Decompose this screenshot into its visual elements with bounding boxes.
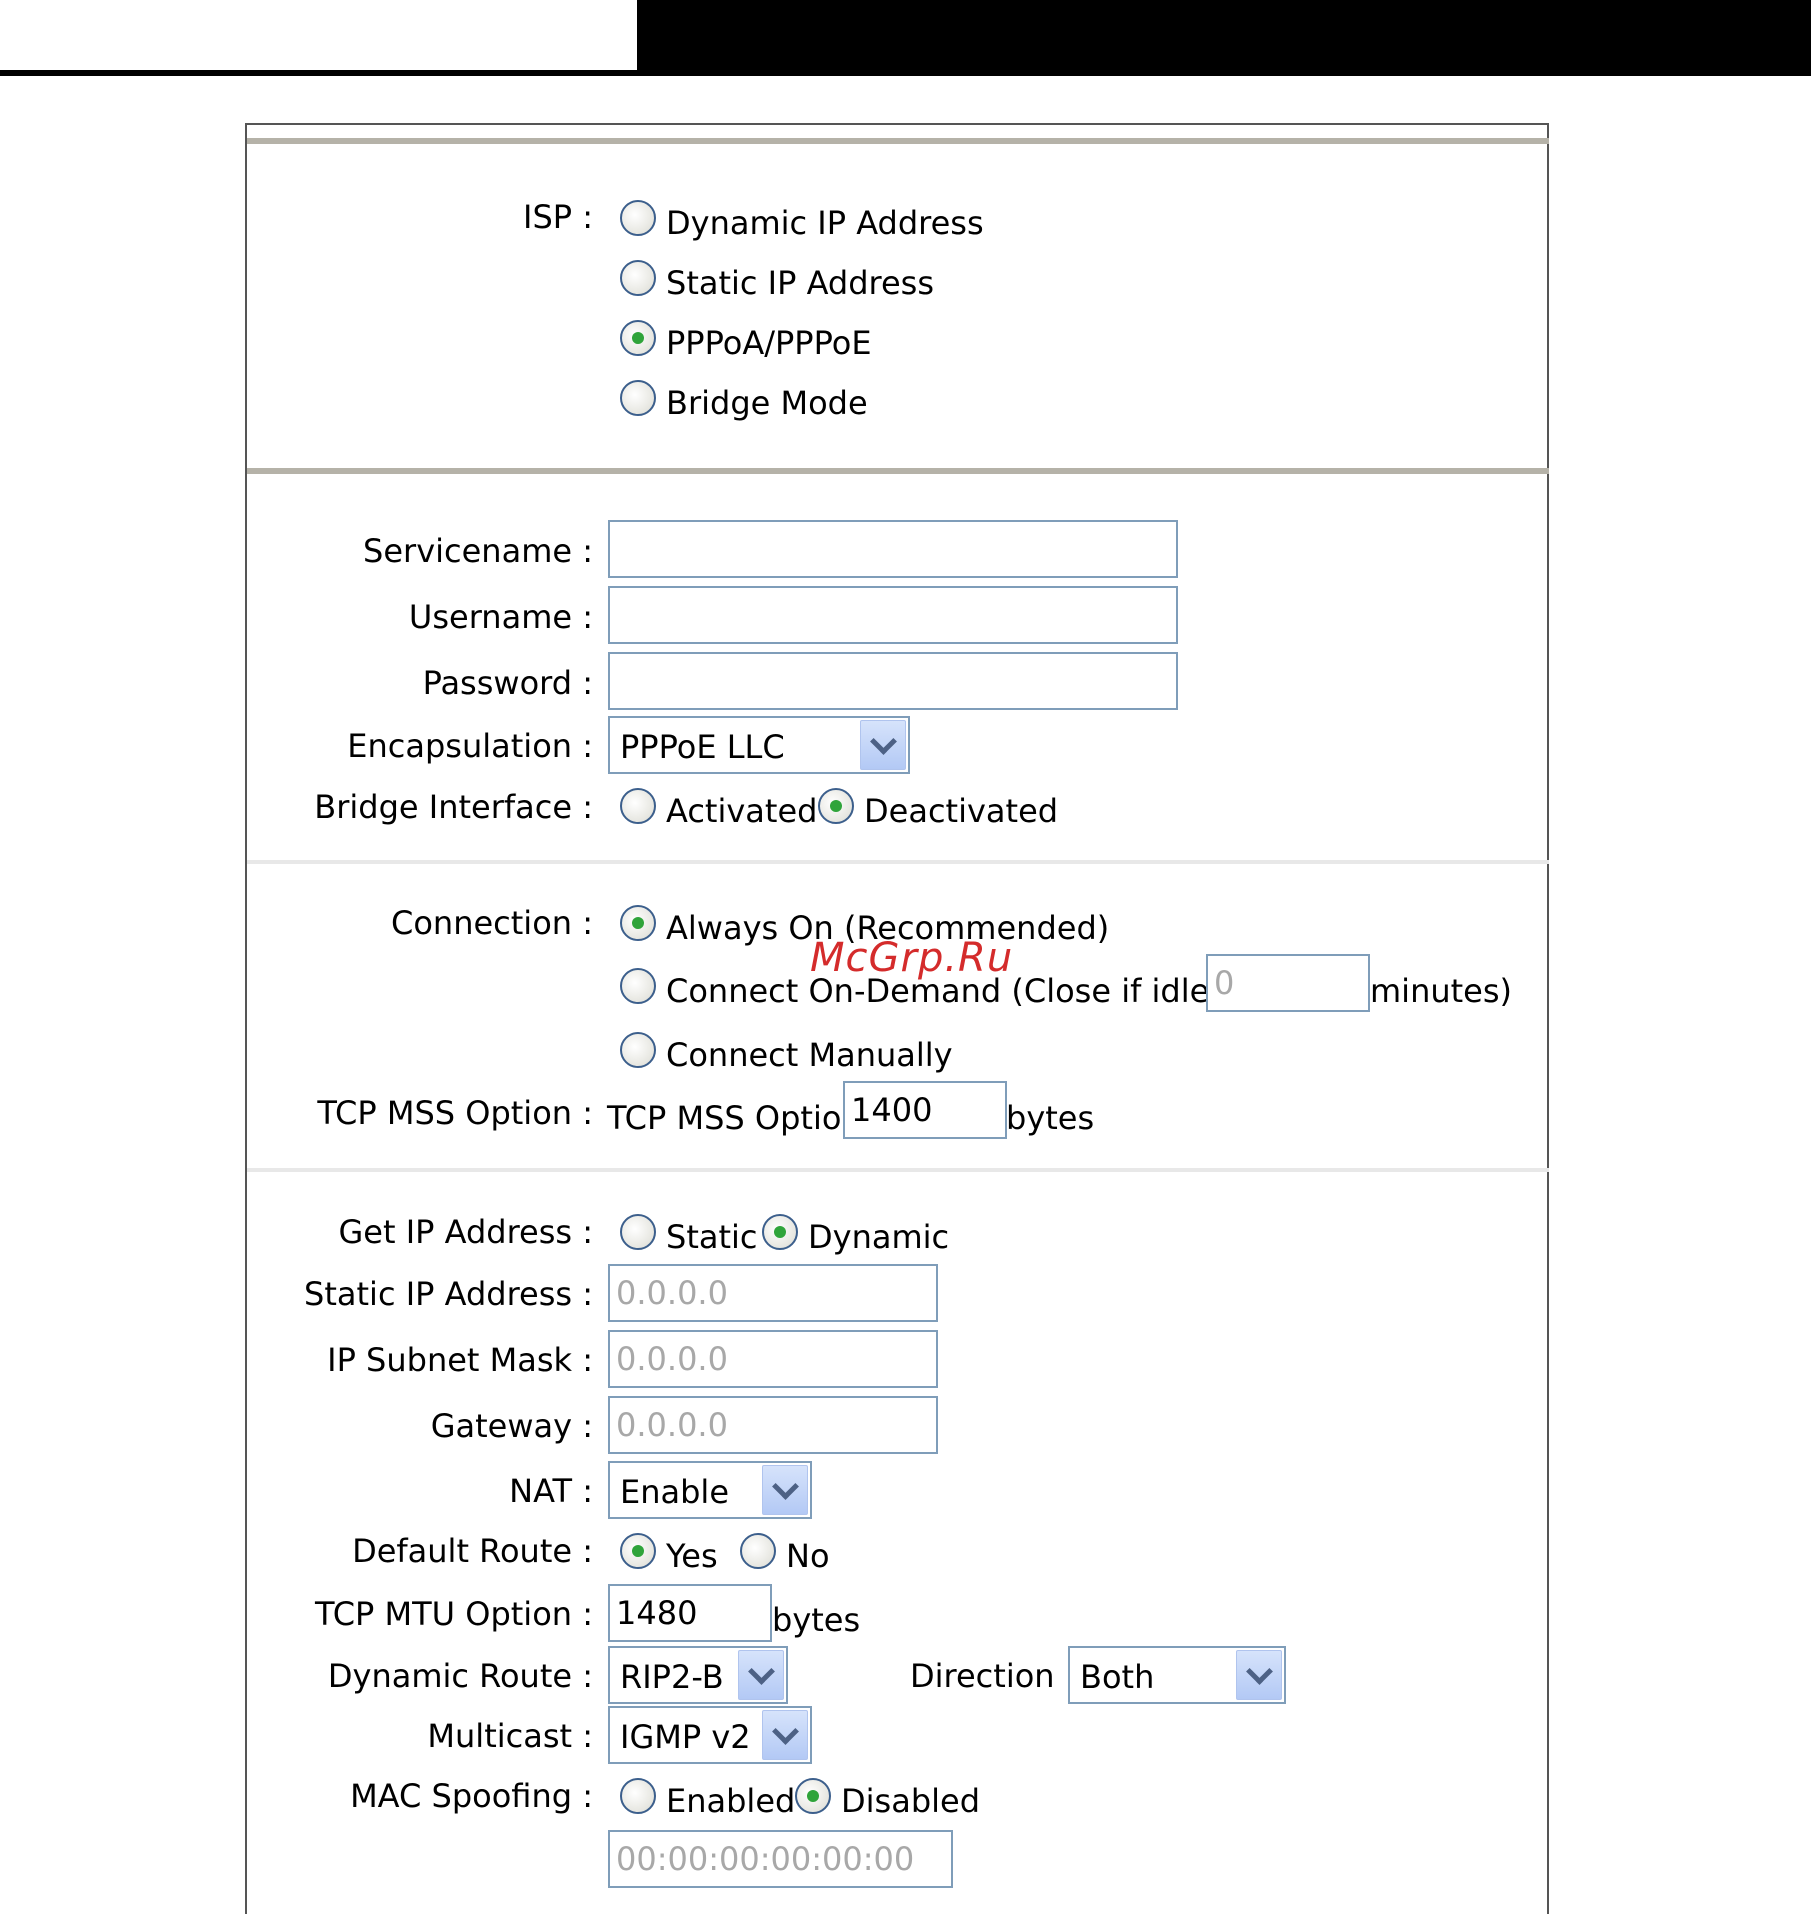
dynamic-route-select[interactable]: RIP2-B xyxy=(608,1646,788,1704)
tcp-mss-prefix: TCP MSS Option xyxy=(607,1099,862,1137)
tcp-mss-unit: bytes xyxy=(1006,1099,1095,1137)
connection-option-manual: Connect Manually xyxy=(666,1036,953,1074)
dynamic-route-value: RIP2-B xyxy=(620,1658,724,1696)
mac-address-input[interactable] xyxy=(608,1830,953,1888)
bridge-interface-label: Bridge Interface : xyxy=(314,788,593,826)
section-divider xyxy=(247,468,1549,474)
isp-option-dynamic: Dynamic IP Address xyxy=(666,204,984,242)
isp-label: ISP : xyxy=(523,198,593,236)
encapsulation-select[interactable]: PPPoE LLC xyxy=(608,716,910,774)
tcp-mtu-unit: bytes xyxy=(772,1601,861,1639)
password-input[interactable] xyxy=(608,652,1178,710)
password-label: Password : xyxy=(422,664,593,702)
default-route-option-yes: Yes xyxy=(666,1537,718,1575)
bridge-option-deactivated: Deactivated xyxy=(864,792,1059,830)
chevron-down-icon[interactable] xyxy=(860,720,906,770)
connection-option-on-demand: Connect On-Demand (Close if idle for xyxy=(666,972,1264,1010)
static-ip-label: Static IP Address : xyxy=(304,1275,593,1313)
isp-option-pppoe: PPPoA/PPPoE xyxy=(666,324,872,362)
section-divider xyxy=(247,860,1549,864)
wan-settings-panel xyxy=(245,123,1549,1914)
mac-option-disabled: Disabled xyxy=(841,1782,981,1820)
direction-value: Both xyxy=(1080,1658,1155,1696)
bridge-radio-activated[interactable] xyxy=(620,788,656,824)
nat-value: Enable xyxy=(620,1473,729,1511)
connection-radio-on-demand[interactable] xyxy=(620,968,656,1004)
nat-label: NAT : xyxy=(509,1472,593,1510)
get-ip-option-dynamic: Dynamic xyxy=(808,1218,950,1256)
gateway-label: Gateway : xyxy=(430,1407,593,1445)
bridge-radio-deactivated[interactable] xyxy=(818,788,854,824)
default-route-radio-no[interactable] xyxy=(740,1533,776,1569)
idle-minutes-input[interactable] xyxy=(1206,954,1370,1012)
servicename-input[interactable] xyxy=(608,520,1178,578)
isp-radio-bridge[interactable] xyxy=(620,380,656,416)
servicename-label: Servicename : xyxy=(363,532,593,570)
subnet-mask-label: IP Subnet Mask : xyxy=(327,1341,593,1379)
multicast-label: Multicast : xyxy=(427,1717,593,1755)
isp-radio-pppoe[interactable] xyxy=(620,320,656,356)
direction-label: Direction : xyxy=(910,1657,1076,1695)
mac-radio-disabled[interactable] xyxy=(795,1778,831,1814)
get-ip-radio-static[interactable] xyxy=(620,1214,656,1250)
multicast-select[interactable]: IGMP v2 xyxy=(608,1706,812,1764)
section-divider xyxy=(247,138,1549,144)
connection-radio-manual[interactable] xyxy=(620,1032,656,1068)
tcp-mss-input[interactable] xyxy=(843,1081,1007,1139)
idle-minutes-unit: minutes) xyxy=(1370,972,1513,1010)
tcp-mss-label: TCP MSS Option : xyxy=(317,1094,593,1132)
isp-option-static: Static IP Address xyxy=(666,264,935,302)
default-route-label: Default Route : xyxy=(352,1532,593,1570)
encapsulation-value: PPPoE LLC xyxy=(620,728,785,766)
isp-radio-dynamic[interactable] xyxy=(620,200,656,236)
default-route-option-no: No xyxy=(786,1537,830,1575)
isp-option-bridge: Bridge Mode xyxy=(666,384,868,422)
username-label: Username : xyxy=(408,598,593,636)
isp-radio-static[interactable] xyxy=(620,260,656,296)
tcp-mtu-input[interactable] xyxy=(608,1584,772,1642)
get-ip-label: Get IP Address : xyxy=(338,1213,594,1251)
static-ip-input[interactable] xyxy=(608,1264,938,1322)
tcp-mtu-label: TCP MTU Option : xyxy=(315,1595,593,1633)
chevron-down-icon[interactable] xyxy=(762,1465,808,1515)
multicast-value: IGMP v2 xyxy=(620,1718,751,1756)
direction-select[interactable]: Both xyxy=(1068,1646,1286,1704)
mac-radio-enabled[interactable] xyxy=(620,1778,656,1814)
nat-select[interactable]: Enable xyxy=(608,1461,812,1519)
default-route-radio-yes[interactable] xyxy=(620,1533,656,1569)
chevron-down-icon[interactable] xyxy=(738,1650,784,1700)
connection-label: Connection : xyxy=(390,904,593,942)
get-ip-radio-dynamic[interactable] xyxy=(762,1214,798,1250)
bridge-option-activated: Activated xyxy=(666,792,818,830)
section-divider xyxy=(247,1168,1549,1172)
dynamic-route-label: Dynamic Route : xyxy=(327,1657,593,1695)
header-rule xyxy=(0,70,640,76)
connection-radio-always-on[interactable] xyxy=(620,905,656,941)
encapsulation-label: Encapsulation : xyxy=(347,727,593,765)
get-ip-option-static: Static xyxy=(666,1218,758,1256)
username-input[interactable] xyxy=(608,586,1178,644)
gateway-input[interactable] xyxy=(608,1396,938,1454)
header-bar xyxy=(637,0,1811,76)
mac-spoofing-label: MAC Spoofing : xyxy=(350,1777,593,1815)
mac-option-enabled: Enabled xyxy=(666,1782,796,1820)
subnet-mask-input[interactable] xyxy=(608,1330,938,1388)
chevron-down-icon[interactable] xyxy=(762,1710,808,1760)
chevron-down-icon[interactable] xyxy=(1236,1650,1282,1700)
